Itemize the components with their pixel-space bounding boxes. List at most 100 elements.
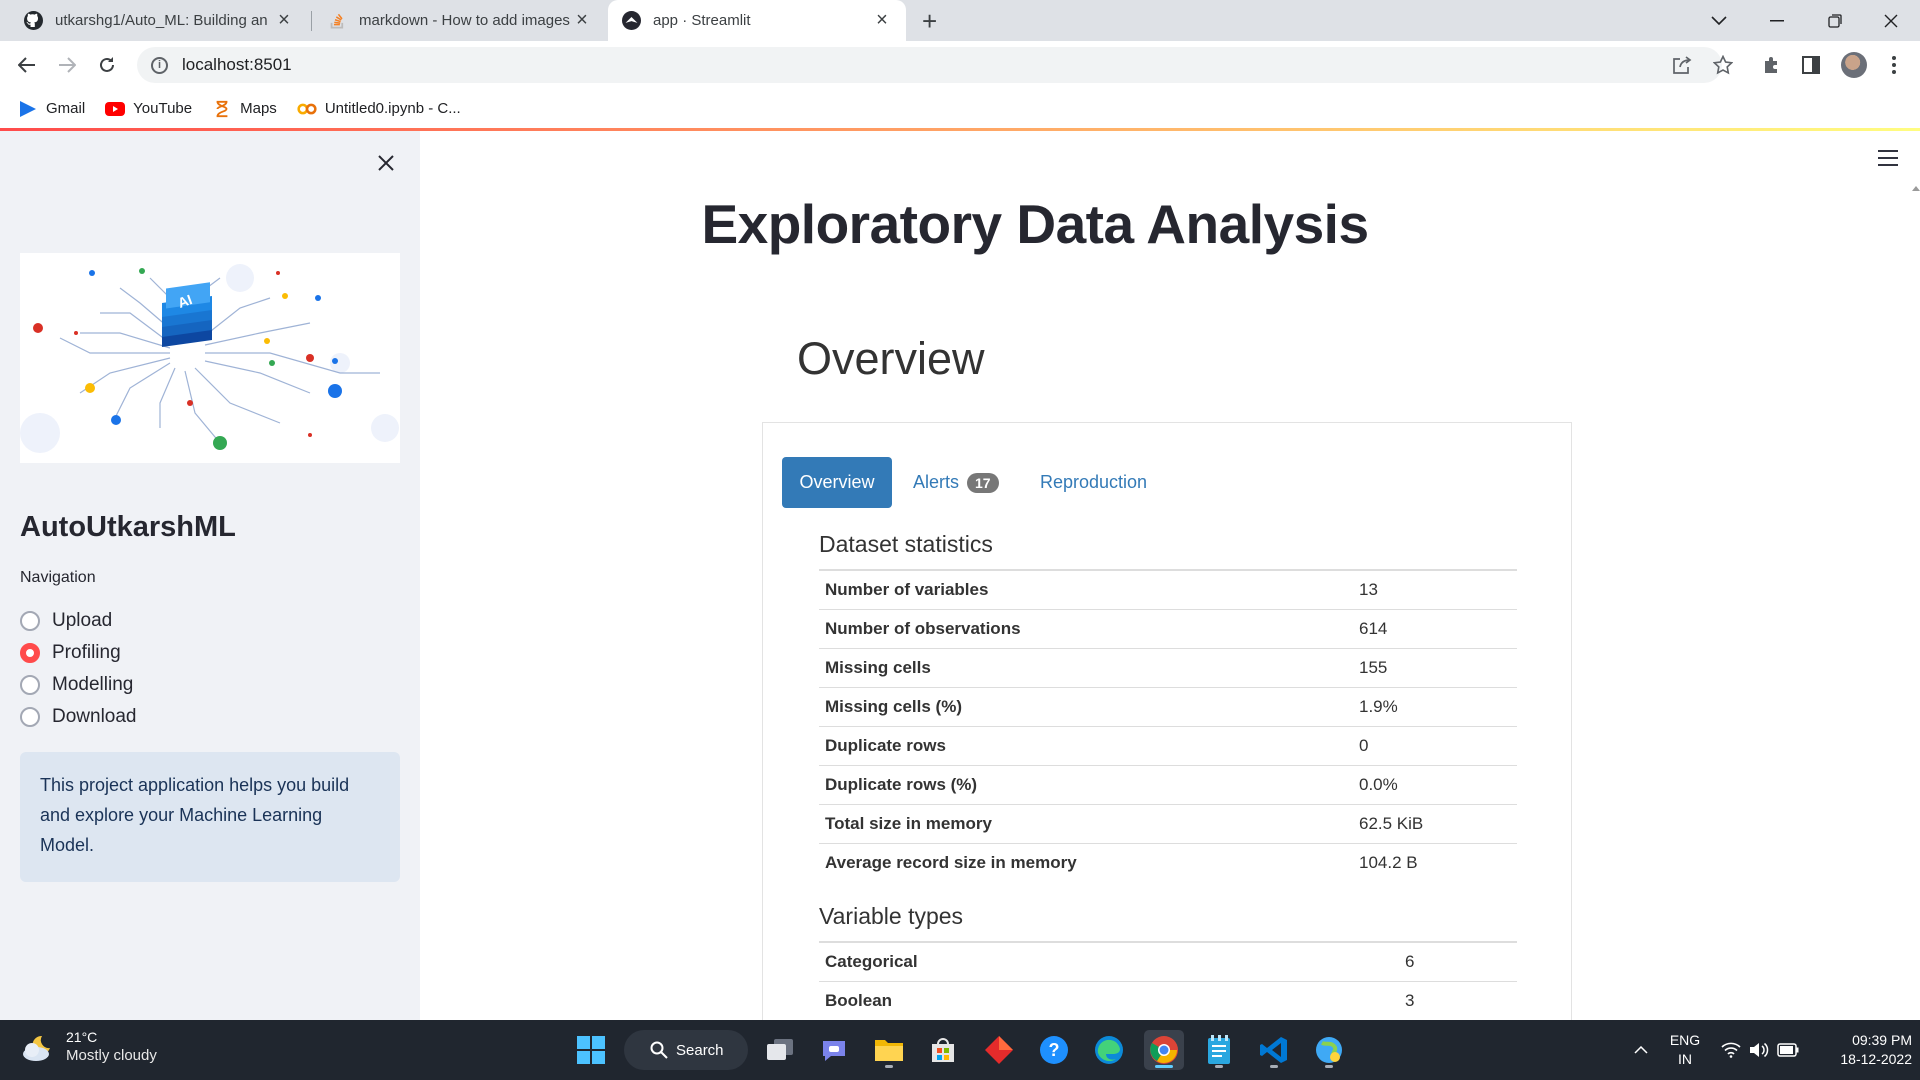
radio-circle[interactable]	[20, 675, 40, 695]
radio-modelling[interactable]: Modelling	[20, 674, 133, 696]
taskbar-anaconda[interactable]	[1309, 1030, 1349, 1070]
taskbar-file-explorer[interactable]	[869, 1030, 909, 1070]
stat-value: 6	[1399, 941, 1517, 981]
dataset-statistics-title: Dataset statistics	[819, 531, 993, 557]
windows-logo-icon	[577, 1036, 605, 1064]
stat-label: Missing cells	[819, 647, 1353, 687]
star-icon	[1713, 55, 1733, 75]
radio-circle-selected[interactable]	[20, 643, 40, 663]
tab-separator	[311, 11, 312, 31]
bookmark-star-button[interactable]	[1709, 51, 1737, 79]
tab-reproduction[interactable]: Reproduction	[1040, 457, 1147, 508]
stat-label: Duplicate rows	[819, 725, 1353, 765]
task-view-button[interactable]	[760, 1030, 800, 1070]
page-title: Exploratory Data Analysis	[701, 193, 1369, 255]
minimize-icon	[1770, 19, 1784, 21]
tab-overview[interactable]: Overview	[782, 457, 892, 508]
back-button[interactable]	[13, 51, 41, 79]
stat-label: Boolean	[819, 980, 1399, 1020]
table-row: Number of observations 614	[819, 608, 1517, 648]
browser-toolbar: i localhost:8501	[0, 41, 1920, 89]
radio-upload[interactable]: Upload	[20, 610, 112, 632]
stat-label: Number of variables	[819, 569, 1353, 609]
taskbar-vscode[interactable]	[1254, 1030, 1294, 1070]
address-bar[interactable]: i localhost:8501	[137, 47, 1722, 83]
clock[interactable]: 09:39 PM 18-12-2022	[1812, 1020, 1912, 1080]
arrow-right-icon	[59, 57, 76, 73]
browser-tab-streamlit[interactable]: app · Streamlit ×	[608, 0, 906, 41]
close-tab-icon[interactable]: ×	[872, 9, 892, 32]
close-tab-icon[interactable]: ×	[274, 9, 294, 32]
bookmark-maps[interactable]: Maps	[212, 100, 277, 118]
close-tab-icon[interactable]: ×	[572, 9, 592, 32]
sidebar: AI AutoUtkarshML Navigation Upload Profi…	[0, 131, 420, 1020]
show-hidden-icons-button[interactable]	[1628, 1020, 1654, 1080]
table-row: Missing cells 155	[819, 647, 1517, 687]
bookmark-label: YouTube	[133, 100, 193, 117]
tab-title: app · Streamlit	[653, 12, 751, 29]
cloudy-night-icon	[23, 1035, 50, 1061]
close-icon	[1884, 14, 1898, 27]
browser-tab-stackoverflow[interactable]: markdown - How to add images ×	[314, 0, 606, 41]
share-button[interactable]	[1668, 51, 1696, 79]
language-indicator[interactable]: ENG IN	[1664, 1020, 1706, 1080]
taskbar-edge[interactable]	[1089, 1030, 1129, 1070]
weather-widget[interactable]: 21°C Mostly cloudy	[20, 1028, 157, 1065]
colab-icon	[297, 103, 317, 114]
taskbar-search[interactable]: Search	[624, 1030, 748, 1070]
stat-label: Total size in memory	[819, 803, 1353, 843]
taskbar-app-red[interactable]	[979, 1030, 1019, 1070]
reload-button[interactable]	[93, 51, 121, 79]
site-info-icon[interactable]: i	[151, 56, 168, 74]
radio-profiling[interactable]: Profiling	[20, 642, 121, 664]
stat-label: Categorical	[819, 941, 1399, 981]
taskbar-store[interactable]	[923, 1030, 963, 1070]
forward-button[interactable]	[53, 51, 81, 79]
notepad-icon	[1208, 1035, 1230, 1064]
extensions-button[interactable]	[1758, 51, 1786, 79]
new-tab-button[interactable]: +	[922, 6, 937, 37]
chevron-down-icon	[1711, 15, 1727, 25]
store-icon	[932, 1038, 954, 1062]
running-indicator	[1215, 1065, 1223, 1068]
browser-tab-github[interactable]: utkarshg1/Auto_ML: Building an ×	[10, 0, 308, 41]
tab-search-button[interactable]	[1690, 0, 1748, 41]
table-row: Duplicate rows 0	[819, 725, 1517, 765]
taskbar-help[interactable]: ?	[1034, 1030, 1074, 1070]
radio-circle[interactable]	[20, 611, 40, 631]
restore-button[interactable]	[1806, 0, 1864, 41]
ai-circuit-illustration: AI	[20, 253, 400, 463]
taskbar-chrome[interactable]	[1144, 1030, 1184, 1070]
taskbar-notepad[interactable]	[1199, 1030, 1239, 1070]
table-row: Categorical 6	[819, 941, 1517, 981]
radio-circle[interactable]	[20, 707, 40, 727]
stat-value: 0	[1353, 725, 1517, 765]
avatar	[1841, 52, 1867, 78]
tab-alerts[interactable]: Alerts 17	[913, 457, 999, 508]
tab-label: Overview	[799, 472, 875, 492]
bookmark-colab[interactable]: Untitled0.ipynb - C...	[297, 100, 461, 118]
quick-settings-button[interactable]	[1718, 1020, 1802, 1080]
close-window-button[interactable]	[1862, 0, 1920, 41]
radio-label: Upload	[52, 610, 113, 631]
bookmark-gmail[interactable]: Gmail	[18, 100, 85, 118]
radio-download[interactable]: Download	[20, 706, 137, 728]
stat-value: 0.0%	[1353, 764, 1517, 804]
scrollbar-arrow-icon[interactable]	[1912, 186, 1920, 191]
side-panel-button[interactable]	[1797, 51, 1825, 79]
puzzle-icon	[1765, 57, 1777, 73]
edge-icon	[1095, 1036, 1123, 1064]
chrome-menu-button[interactable]	[1880, 51, 1908, 79]
minimize-button[interactable]	[1748, 0, 1806, 41]
bookmark-label: Untitled0.ipynb - C...	[324, 100, 461, 117]
clock-date: 18-12-2022	[1840, 1051, 1912, 1067]
profile-button[interactable]	[1840, 51, 1868, 79]
start-button[interactable]	[571, 1030, 611, 1070]
task-view-icon	[767, 1039, 793, 1060]
main-menu-button[interactable]	[1878, 150, 1898, 171]
bookmark-youtube[interactable]: YouTube	[105, 100, 192, 118]
search-label: Search	[676, 1041, 724, 1059]
close-sidebar-button[interactable]	[378, 147, 394, 178]
taskbar-teams[interactable]	[814, 1030, 854, 1070]
radio-label: Modelling	[52, 674, 134, 695]
